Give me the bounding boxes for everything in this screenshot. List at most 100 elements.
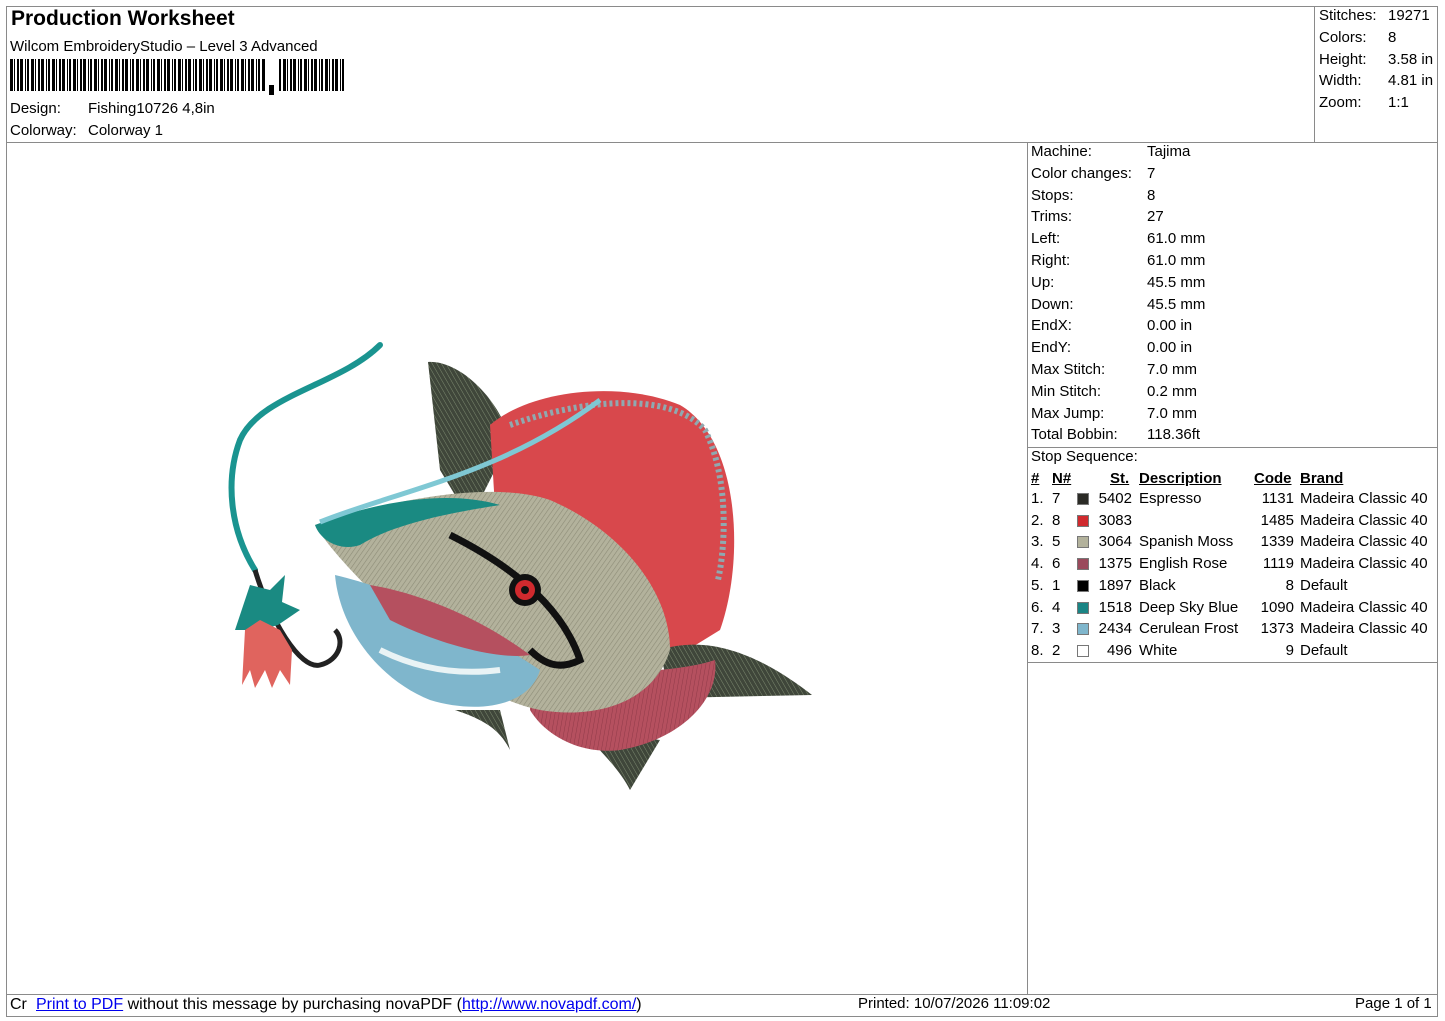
seq-description: Deep Sky Blue [1139,598,1239,616]
panel-divider [1027,142,1028,994]
machine-value: Tajima [1147,143,1191,160]
colorway-label: Colorway: [10,122,77,139]
stat-value: 8 [1388,28,1397,46]
seq-code: 1131 [1261,490,1294,507]
seq-needle-number: 4 [1052,598,1061,616]
seq-stitch-count: 3083 [1098,511,1132,529]
seq-code: 1090 [1260,598,1294,616]
header-divider [6,142,1438,143]
machine-value: 0.2 mm [1147,382,1198,400]
seq-row-number: 5. [1031,576,1044,594]
seq-stitch-count: 1375 [1098,555,1132,573]
seq-stitch-count: 1518 [1098,598,1132,616]
seq-code: 1119 [1262,555,1294,573]
seq-description: Espresso [1139,490,1202,507]
seq-description: Cerulean Frost [1139,620,1239,638]
machine-label: Left: [1031,230,1061,248]
color-swatch [1077,644,1089,657]
embroidery-design-preview [228,342,812,790]
color-swatch [1077,623,1089,636]
seq-row-number: 2. [1031,511,1044,529]
seq-needle-number: 6 [1052,555,1061,573]
seq-needle-number: 8 [1052,511,1061,529]
design-value: Fishing10726 4,8in [88,100,215,117]
seq-brand: Madeira Classic 40 [1300,555,1428,573]
seq-stitch-count: 496 [1106,641,1132,659]
seq-code: 1339 [1260,533,1294,551]
seq-stitch-count: 1897 [1098,576,1132,594]
seq-row-number: 8. [1031,641,1044,659]
seq-brand: Madeira Classic 40 [1300,533,1428,551]
machine-value: 7.0 mm [1147,404,1198,422]
software-name: Wilcom EmbroideryStudio – Level 3 Advanc… [10,38,318,55]
seq-brand: Madeira Classic 40 [1300,490,1428,507]
stat-value: 19271 [1388,7,1430,24]
barcode [10,59,344,95]
seq-header-num: # [1031,470,1040,487]
sequence-divider [1027,662,1438,663]
stat-label: Zoom: [1319,94,1362,112]
machine-label: Machine: [1031,143,1092,160]
printed-timestamp: Printed: 10/07/2026 11:09:02 [858,995,1051,1012]
seq-header-st: St. [1110,470,1130,487]
seq-needle-number: 5 [1052,533,1061,551]
machine-value: 61.0 mm [1147,230,1206,248]
machine-label: Stops: [1031,186,1074,204]
seq-needle-number: 2 [1052,641,1061,659]
seq-needle-number: 3 [1052,620,1061,638]
machine-label: EndY: [1031,339,1072,357]
machine-value: 0.00 in [1147,339,1193,357]
print-to-pdf-link[interactable]: Print to PDF [36,996,123,1013]
lure-body [242,620,292,688]
stat-value: 4.81 in [1388,72,1434,90]
machine-label: Max Jump: [1031,404,1105,422]
seq-row-number: 4. [1031,555,1044,573]
seq-code: 9 [1285,641,1294,659]
color-swatch [1077,601,1089,614]
seq-code: 1485 [1260,511,1294,529]
stat-label: Colors: [1319,28,1367,46]
machine-value: 45.5 mm [1147,273,1206,291]
machine-label: Trims: [1031,208,1073,226]
seq-stitch-count: 5402 [1098,490,1132,507]
seq-description: White [1139,641,1178,659]
seq-brand: Madeira Classic 40 [1300,511,1428,529]
color-swatch [1077,493,1089,505]
seq-description: Black [1139,576,1176,594]
seq-description: Spanish Moss [1139,533,1234,551]
machine-value: 7 [1147,164,1156,182]
machine-value: 0.00 in [1147,317,1193,335]
page-title: Production Worksheet [11,7,235,30]
stat-label: Width: [1319,72,1362,90]
seq-brand: Default [1300,576,1348,594]
color-swatch [1077,558,1089,571]
lure-feathers [235,575,300,630]
seq-brand: Madeira Classic 40 [1300,620,1428,638]
stat-value: 3.58 in [1388,50,1434,68]
seq-row-number: 6. [1031,598,1044,616]
footer-suffix: ) [636,996,642,1013]
machine-label: Total Bobbin: [1031,426,1118,444]
pectoral-fin [455,710,510,750]
seq-header-desc: Description [1139,470,1222,487]
seq-code: 8 [1285,576,1294,594]
machine-value: 45.5 mm [1147,295,1206,313]
seq-row-number: 7. [1031,620,1044,638]
footer-divider [6,994,1438,995]
color-swatch [1077,514,1089,527]
seq-stitch-count: 2434 [1098,620,1132,638]
seq-code: 1373 [1260,620,1294,638]
machine-label: Max Stitch: [1031,361,1106,378]
machine-label: Min Stitch: [1031,382,1102,400]
seq-brand: Default [1300,641,1348,659]
machine-label: Color changes: [1031,164,1132,182]
seq-header-code: Code [1254,470,1292,487]
seq-needle-number: 1 [1052,576,1061,594]
stat-label: Stitches: [1319,7,1377,24]
seq-needle-number: 7 [1052,490,1061,507]
stat-value: 1:1 [1388,94,1409,112]
machine-label: Up: [1031,273,1055,291]
page-number: Page 1 of 1 [1355,995,1432,1012]
machine-value: 61.0 mm [1147,252,1206,269]
novapdf-link[interactable]: http://www.novapdf.com/ [462,996,636,1013]
